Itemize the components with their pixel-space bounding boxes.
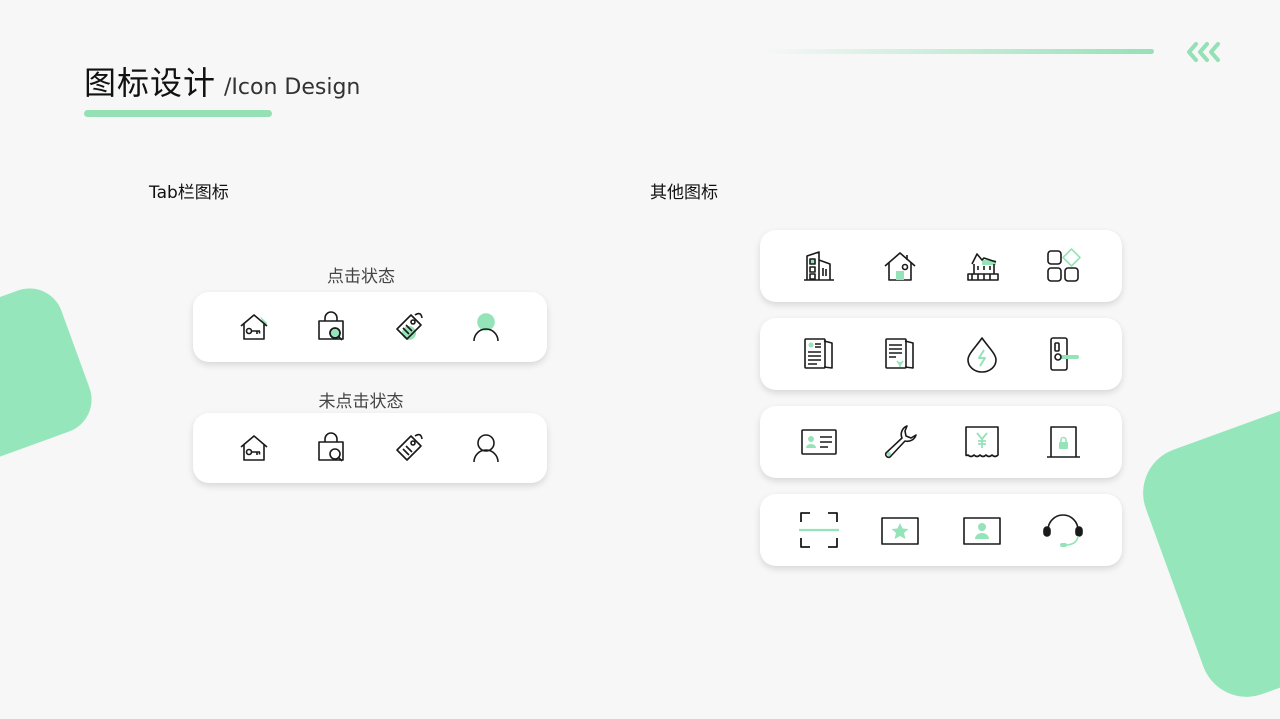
headset-icon[interactable] (1043, 510, 1084, 550)
other-icons-row-1 (760, 230, 1122, 302)
other-section-label: 其他图标 (650, 183, 718, 203)
bag-search-icon[interactable] (311, 307, 351, 347)
tab-section-label: Tab栏图标 (149, 183, 229, 203)
triple-chevron-left-icon (1187, 42, 1220, 62)
house-key-icon[interactable] (234, 428, 274, 468)
id-card-icon[interactable] (799, 422, 839, 462)
yuan-receipt-icon[interactable] (962, 422, 1002, 462)
other-icons-row-4 (760, 494, 1122, 566)
price-tag-icon[interactable] (389, 428, 429, 468)
water-drop-icon[interactable] (962, 334, 1002, 374)
top-gradient-line (760, 49, 1154, 54)
tab-bar-clicked (193, 292, 547, 362)
price-tag-icon[interactable] (389, 307, 429, 347)
other-icons-row-3 (760, 406, 1122, 478)
decorative-blob-left (0, 278, 102, 472)
door-lock-icon[interactable] (1043, 334, 1083, 374)
title-underline (84, 110, 272, 117)
apps-grid-icon[interactable] (1043, 246, 1083, 286)
wrench-icon[interactable] (880, 422, 920, 462)
page-title-cn: 图标设计 (84, 64, 217, 102)
house-key-icon[interactable] (234, 307, 274, 347)
buildings-icon[interactable] (799, 246, 839, 286)
star-card-icon[interactable] (880, 510, 920, 550)
decorative-blob-right (1130, 390, 1280, 710)
page-title-en: /Icon Design (224, 75, 361, 100)
user-icon[interactable] (466, 307, 506, 347)
documents-icon[interactable] (799, 334, 839, 374)
bag-search-icon[interactable] (311, 428, 351, 468)
villa-icon[interactable] (962, 246, 1002, 286)
scan-frame-icon[interactable] (798, 510, 839, 550)
house-icon[interactable] (880, 246, 920, 286)
photo-id-icon[interactable] (962, 510, 1002, 550)
page-title: 图标设计 /Icon Design (84, 58, 360, 104)
unclicked-state-label: 未点击状态 (318, 392, 404, 412)
clicked-state-label: 点击状态 (327, 267, 395, 287)
contract-icon[interactable] (880, 334, 920, 374)
locked-door-icon[interactable] (1043, 422, 1083, 462)
user-icon[interactable] (466, 428, 506, 468)
other-icons-row-2 (760, 318, 1122, 390)
tab-bar-unclicked (193, 413, 547, 483)
